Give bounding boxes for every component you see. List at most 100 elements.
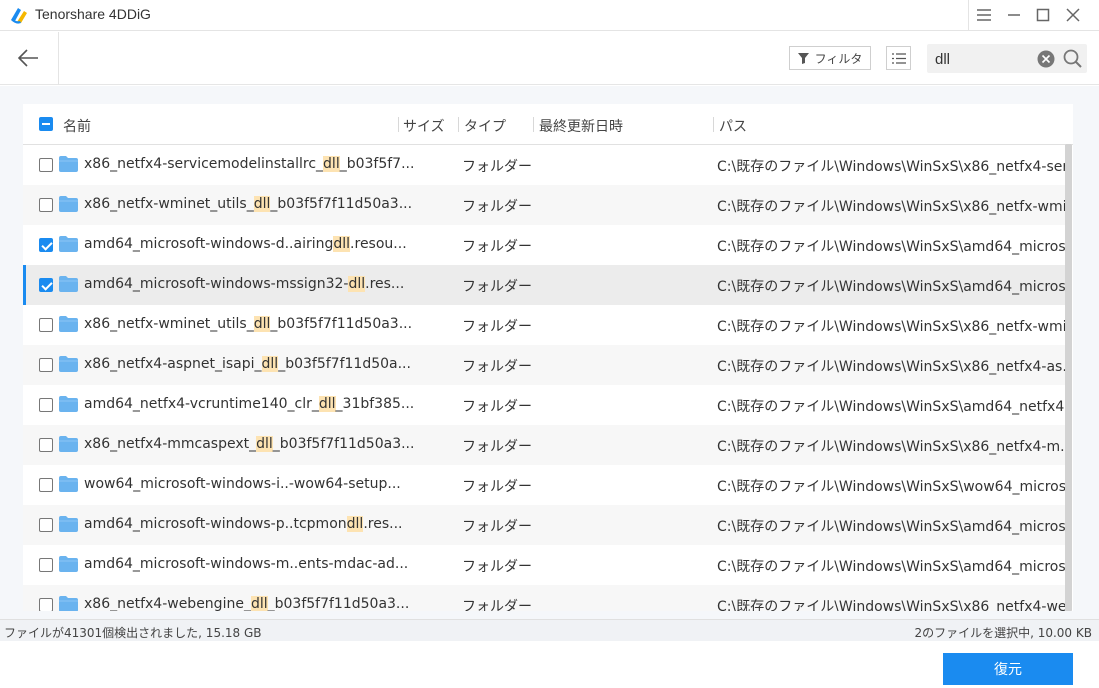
file-type: フォルダー [462, 199, 532, 215]
search-match: dll [261, 356, 279, 372]
search-match: dll [250, 596, 268, 611]
filter-button[interactable]: フィルタ [789, 46, 871, 70]
column-divider[interactable] [713, 117, 714, 132]
row-checkbox[interactable] [39, 398, 53, 412]
file-name-prefix: wow64_microsoft-windows-i..-wow64-setup.… [84, 476, 401, 492]
row-checkbox[interactable] [39, 278, 53, 292]
table-row[interactable]: amd64_microsoft-windows-m..ents-mdac-ad.… [23, 545, 1065, 585]
file-type: フォルダー [462, 519, 532, 535]
file-type: フォルダー [462, 279, 532, 295]
folder-icon [59, 236, 78, 252]
close-icon[interactable] [1062, 4, 1084, 26]
column-name[interactable]: 名前 [63, 116, 91, 136]
table-row[interactable]: amd64_netfx4-vcruntime140_clr_dll_31bf38… [23, 385, 1065, 425]
file-name-prefix: x86_netfx4-servicemodelinstallrc_ [84, 156, 324, 172]
file-name: amd64_microsoft-windows-p..tcpmondll.res… [84, 516, 402, 532]
filter-label: フィルタ [814, 51, 863, 66]
search-match: dll [346, 516, 364, 532]
row-checkbox[interactable] [39, 318, 53, 332]
app-title: Tenorshare 4DDiG [35, 6, 151, 22]
column-type[interactable]: タイプ [464, 116, 506, 136]
table-row[interactable]: x86_netfx-wminet_utils_dll_b03f5f7f11d50… [23, 305, 1065, 345]
file-type: フォルダー [462, 359, 532, 375]
file-name: x86_netfx4-mmcaspext_dll_b03f5f7f11d50a3… [84, 436, 414, 452]
table-row[interactable]: amd64_microsoft-windows-p..tcpmondll.res… [23, 505, 1065, 545]
table-row[interactable]: x86_netfx4-webengine_dll_b03f5f7f11d50a3… [23, 585, 1065, 611]
scrollbar[interactable] [1065, 144, 1072, 611]
folder-icon [59, 316, 78, 332]
search-match: dll [256, 436, 273, 452]
file-path: C:\既存のファイル\Windows\WinSxS\amd64_micros..… [717, 559, 1065, 575]
column-divider[interactable] [458, 117, 459, 132]
file-name-suffix: .res... [365, 276, 405, 292]
file-name: x86_netfx4-webengine_dll_b03f5f7f11d50a3… [84, 596, 409, 611]
scrollbar-thumb[interactable] [1065, 144, 1072, 611]
table-row[interactable]: x86_netfx4-servicemodelinstallrc_dll_b03… [23, 145, 1065, 185]
select-all-checkbox[interactable] [39, 117, 53, 131]
column-size[interactable]: サイズ [403, 116, 445, 136]
back-arrow-icon[interactable] [14, 44, 42, 72]
row-checkbox[interactable] [39, 238, 53, 252]
minimize-icon[interactable] [1003, 4, 1025, 26]
folder-icon [59, 596, 78, 611]
file-name: amd64_microsoft-windows-mssign32-dll.res… [84, 276, 404, 292]
row-checkbox[interactable] [39, 478, 53, 492]
maximize-icon[interactable] [1032, 4, 1054, 26]
recover-button[interactable]: 復元 [943, 653, 1073, 685]
toolbar-divider [58, 32, 59, 85]
file-name: amd64_microsoft-windows-d..airingdll.res… [84, 236, 407, 252]
file-name-prefix: amd64_microsoft-windows-m..ents-mdac-ad.… [84, 556, 409, 572]
row-checkbox[interactable] [39, 358, 53, 372]
row-checkbox[interactable] [39, 158, 53, 172]
row-checkbox[interactable] [39, 438, 53, 452]
table-row[interactable]: amd64_microsoft-windows-d..airingdll.res… [23, 225, 1065, 265]
file-name-prefix: x86_netfx4-webengine_ [84, 596, 251, 611]
file-name: amd64_netfx4-vcruntime140_clr_dll_31bf38… [84, 396, 414, 412]
file-name-suffix: _b03f5f7f11d50a3... [270, 196, 413, 212]
search-match: dll [253, 316, 271, 332]
file-path: C:\既存のファイル\Windows\WinSxS\x86_netfx4-ser… [717, 159, 1065, 175]
file-type: フォルダー [462, 239, 532, 255]
table-row[interactable]: amd64_microsoft-windows-mssign32-dll.res… [23, 265, 1065, 305]
row-checkbox[interactable] [39, 558, 53, 572]
menu-icon[interactable] [973, 4, 995, 26]
file-path: C:\既存のファイル\Windows\WinSxS\amd64_netfx4..… [717, 399, 1065, 415]
filter-icon [797, 52, 809, 64]
table-row[interactable]: x86_netfx4-mmcaspext_dll_b03f5f7f11d50a3… [23, 425, 1065, 465]
table-row[interactable]: wow64_microsoft-windows-i..-wow64-setup.… [23, 465, 1065, 505]
file-name: x86_netfx-wminet_utils_dll_b03f5f7f11d50… [84, 196, 412, 212]
search-match: dll [348, 276, 366, 292]
row-checkbox[interactable] [39, 198, 53, 212]
row-checkbox[interactable] [39, 598, 53, 611]
file-name-suffix: _b03f5f7f11d50a3... [272, 436, 415, 452]
clear-search-icon[interactable] [1037, 50, 1055, 68]
file-path: C:\既存のファイル\Windows\WinSxS\amd64_micros..… [717, 239, 1065, 255]
search-icon[interactable] [1063, 49, 1082, 68]
file-type: フォルダー [462, 399, 532, 415]
search-input[interactable] [935, 49, 1035, 69]
file-type: フォルダー [462, 559, 532, 575]
folder-icon [59, 356, 78, 372]
folder-icon [59, 396, 78, 412]
title-bar: Tenorshare 4DDiG [0, 0, 1099, 31]
file-name-suffix: .res... [363, 516, 403, 532]
app-logo-icon [11, 8, 27, 24]
column-modified[interactable]: 最終更新日時 [539, 116, 623, 136]
row-checkbox[interactable] [39, 518, 53, 532]
column-path[interactable]: パス [719, 116, 747, 136]
list-view-button[interactable] [886, 46, 911, 70]
table-row[interactable]: x86_netfx4-aspnet_isapi_dll_b03f5f7f11d5… [23, 345, 1065, 385]
file-type: フォルダー [462, 599, 532, 611]
file-name: x86_netfx4-aspnet_isapi_dll_b03f5f7f11d5… [84, 356, 411, 372]
status-bar: ファイルが41301個検出されました, 15.18 GB 2のファイルを選択中,… [0, 619, 1099, 641]
search-box [927, 44, 1087, 73]
file-path: C:\既存のファイル\Windows\WinSxS\x86_netfx4-m..… [717, 439, 1065, 455]
table-row[interactable]: x86_netfx-wminet_utils_dll_b03f5f7f11d50… [23, 185, 1065, 225]
folder-icon [59, 436, 78, 452]
column-divider[interactable] [398, 117, 399, 132]
file-type: フォルダー [462, 439, 532, 455]
list-icon [891, 52, 906, 64]
column-divider[interactable] [533, 117, 534, 132]
file-name-prefix: x86_netfx4-aspnet_isapi_ [84, 356, 262, 372]
selected-files-status: 2のファイルを選択中, 10.00 KB [914, 626, 1092, 640]
